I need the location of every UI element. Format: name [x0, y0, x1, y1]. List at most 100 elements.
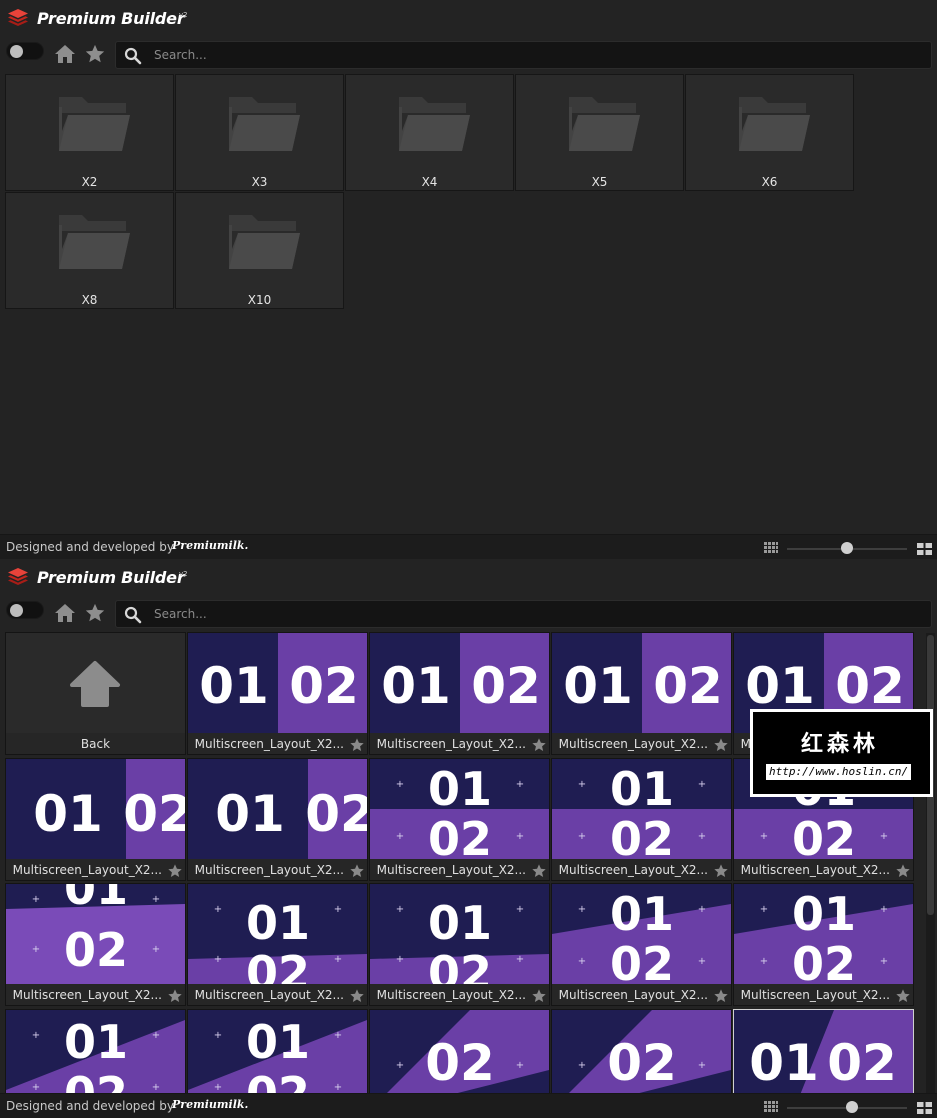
- large-grid-icon[interactable]: [917, 1102, 932, 1114]
- svg-text:01: 01: [381, 657, 451, 715]
- svg-text:01: 01: [246, 1015, 310, 1069]
- svg-text:01: 01: [792, 887, 856, 941]
- folder-item[interactable]: X6: [685, 74, 854, 191]
- search-box: [115, 41, 932, 69]
- layout-thumbnail: 0102 + + + +: [734, 884, 913, 984]
- folder-grid: X2 X3 X4 X5 X6 X8 X10: [0, 72, 937, 534]
- favorite-star-icon[interactable]: [531, 737, 547, 753]
- svg-text:+: +: [516, 831, 524, 842]
- favorite-star-icon[interactable]: [349, 737, 365, 753]
- svg-text:02: 02: [428, 946, 492, 984]
- folder-icon: [399, 97, 470, 151]
- folder-item[interactable]: X2: [5, 74, 174, 191]
- layout-tile[interactable]: 0102++++Multiscreen_Layout_X2...: [5, 883, 186, 1006]
- layout-label: Multiscreen_Layout_X2...: [558, 737, 708, 751]
- app-version: v2: [179, 570, 188, 578]
- svg-text:02: 02: [607, 1034, 677, 1092]
- layout-tile[interactable]: 01 02 Multiscreen_Layout_X2...: [187, 632, 368, 755]
- scrollbar[interactable]: [926, 633, 935, 1093]
- home-icon[interactable]: [54, 603, 76, 623]
- svg-text:01: 01: [64, 1015, 128, 1069]
- layout-grid: Back 01 02 Multiscreen_Layout_X2... 01 02 Mult…: [0, 631, 937, 1118]
- back-label: Back: [80, 737, 111, 751]
- layout-tile[interactable]: 0102++++Multiscreen_Layout_X2...: [369, 757, 550, 881]
- svg-text:02: 02: [305, 785, 367, 843]
- svg-text:02: 02: [835, 657, 905, 715]
- layout-label: Multiscreen_Layout_X2...: [12, 862, 162, 877]
- svg-text:+: +: [32, 1030, 40, 1041]
- svg-text:02: 02: [827, 1034, 897, 1092]
- folder-label: X4: [421, 175, 438, 189]
- layout-tile[interactable]: 0102++++Multiscreen_Layout_X2...: [187, 883, 368, 1006]
- svg-text:+: +: [516, 904, 524, 915]
- layout-thumbnail: 0102 + + + +: [370, 758, 549, 859]
- folder-item[interactable]: X10: [175, 192, 344, 309]
- small-grid-icon[interactable]: [764, 542, 778, 554]
- svg-text:02: 02: [428, 812, 492, 859]
- large-grid-icon[interactable]: [917, 543, 932, 555]
- layout-tile[interactable]: 0102++++Multiscreen_Layout_X2...: [369, 883, 550, 1006]
- layout-tile[interactable]: 0102++++Multiscreen_Layout_X2...: [733, 883, 914, 1006]
- svg-text:+: +: [760, 904, 768, 915]
- svg-text:01: 01: [199, 657, 269, 715]
- layout-tile[interactable]: 01 02 Multiscreen_Layout_X2...: [369, 632, 550, 755]
- footer-credit: Designed and developed by: [6, 540, 174, 554]
- small-grid-icon[interactable]: [764, 1101, 778, 1113]
- folder-label: X2: [81, 175, 98, 189]
- favorite-star-icon[interactable]: [895, 863, 911, 879]
- favorite-star-icon[interactable]: [349, 988, 365, 1004]
- favorite-star-icon[interactable]: [349, 863, 365, 879]
- back-tile[interactable]: Back: [5, 632, 186, 755]
- app-header: Premium Builder v2: [0, 559, 937, 597]
- favorite-star-icon[interactable]: [713, 863, 729, 879]
- svg-text:01: 01: [64, 884, 128, 915]
- layout-tile[interactable]: 01 02 Multiscreen_Layout_X2...: [5, 757, 186, 881]
- favorite-star-icon[interactable]: [531, 863, 547, 879]
- folder-item[interactable]: X5: [515, 74, 684, 191]
- svg-text:+: +: [516, 1060, 524, 1071]
- folder-icon: [59, 215, 130, 269]
- favorite-star-icon[interactable]: [167, 863, 183, 879]
- watermark-overlay: 红森林 http://www.hoslin.cn/: [750, 709, 933, 797]
- star-icon[interactable]: [84, 43, 106, 65]
- folder-label: X8: [81, 293, 98, 307]
- folder-item[interactable]: X3: [175, 74, 344, 191]
- layout-label: Multiscreen_Layout_X2...: [194, 737, 344, 751]
- search-input[interactable]: [154, 601, 914, 627]
- svg-text:01: 01: [563, 657, 633, 715]
- favorite-star-icon[interactable]: [167, 988, 183, 1004]
- star-icon[interactable]: [84, 602, 106, 624]
- folder-label: X5: [591, 175, 608, 189]
- footer-bar: Designed and developed by Premiumilk.: [0, 534, 937, 559]
- favorite-star-icon[interactable]: [713, 988, 729, 1004]
- svg-text:+: +: [698, 956, 706, 967]
- favorite-star-icon[interactable]: [531, 988, 547, 1004]
- premiumilk-logo[interactable]: Premiumilk.: [172, 539, 248, 552]
- folder-icon: [59, 97, 130, 151]
- slider-handle[interactable]: [845, 1101, 858, 1113]
- premiumilk-logo[interactable]: Premiumilk.: [172, 1098, 248, 1111]
- svg-text:01: 01: [428, 896, 492, 950]
- folder-item[interactable]: X8: [5, 192, 174, 309]
- svg-text:02: 02: [792, 812, 856, 859]
- slider-handle[interactable]: [841, 542, 853, 554]
- layout-tile[interactable]: 0102++++Multiscreen_Layout_X2...: [551, 757, 732, 881]
- home-icon[interactable]: [54, 44, 76, 64]
- mode-toggle[interactable]: [6, 601, 44, 619]
- search-input[interactable]: [154, 42, 914, 68]
- favorite-star-icon[interactable]: [895, 988, 911, 1004]
- layout-label: Multiscreen_Layout_X2...: [194, 988, 344, 1002]
- layout-tile[interactable]: 0102++++Multiscreen_Layout_X2...: [551, 883, 732, 1006]
- layout-tile[interactable]: 01 02 Multiscreen_Layout_X2...: [187, 757, 368, 881]
- svg-text:+: +: [396, 904, 404, 915]
- folder-browser-panel: Premium Builder v2 X2 X3 X4 X5 X6 X8 X10 Desig…: [0, 0, 937, 559]
- app-header: Premium Builder v2: [0, 0, 937, 38]
- svg-text:02: 02: [610, 812, 674, 859]
- layout-tile[interactable]: 01 02 Multiscreen_Layout_X2...: [551, 632, 732, 755]
- favorite-star-icon[interactable]: [713, 737, 729, 753]
- mode-toggle[interactable]: [6, 42, 44, 60]
- watermark-url: http://www.hoslin.cn/: [766, 764, 912, 780]
- app-title: Premium Builder: [37, 568, 185, 587]
- svg-text:+: +: [880, 904, 888, 915]
- folder-item[interactable]: X4: [345, 74, 514, 191]
